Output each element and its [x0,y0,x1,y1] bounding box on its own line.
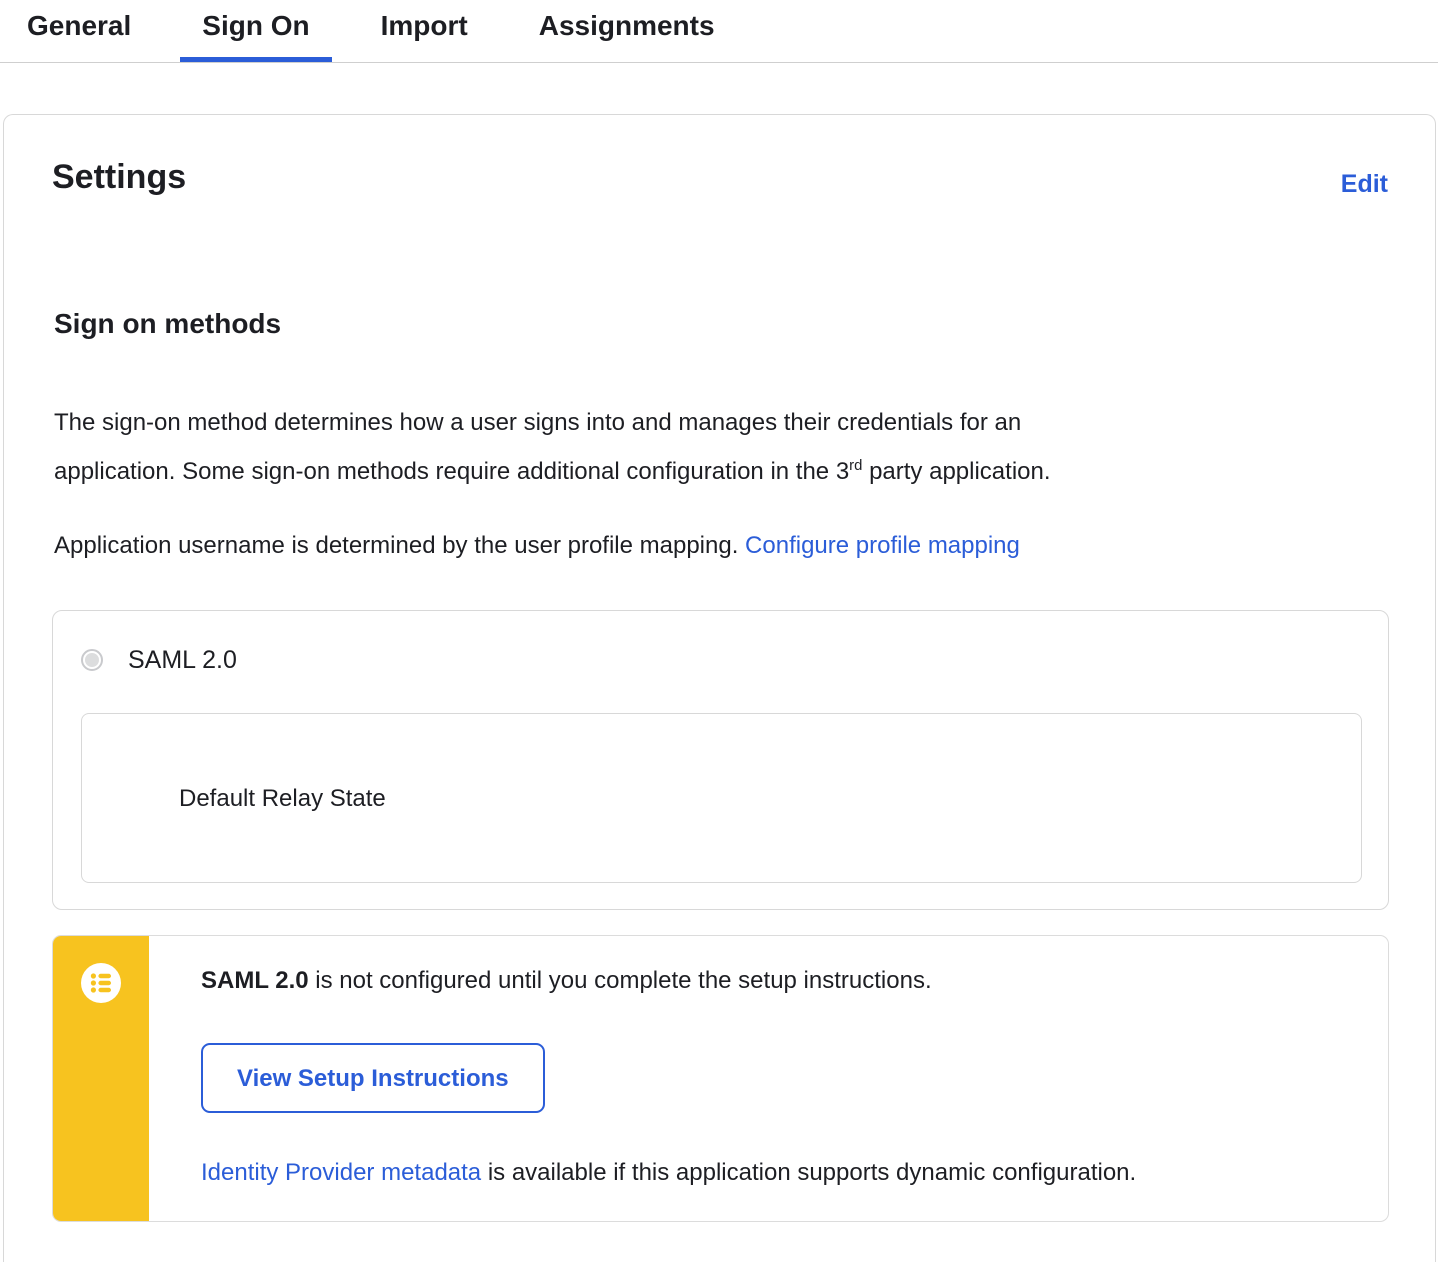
tab-assignments[interactable]: Assignments [517,8,737,62]
view-setup-instructions-button[interactable]: View Setup Instructions [201,1043,545,1113]
edit-link[interactable]: Edit [1341,169,1388,199]
saml-radio-row: SAML 2.0 [81,645,1362,675]
saml-radio-label: SAML 2.0 [128,646,237,674]
configure-profile-mapping-link[interactable]: Configure profile mapping [745,532,1020,559]
list-icon [81,963,121,1003]
tab-sign-on-label: Sign On [202,10,310,41]
tab-import[interactable]: Import [359,8,490,62]
callout-body: SAML 2.0 is not configured until you com… [149,936,1176,1221]
settings-card: Settings Edit Sign on methods The sign-o… [3,114,1436,1262]
callout-message-bold: SAML 2.0 [201,967,309,994]
saml-not-configured-callout: SAML 2.0 is not configured until you com… [52,935,1389,1222]
tab-general[interactable]: General [5,8,153,62]
ordinal-superscript: rd [849,458,863,474]
page-title: Settings [52,158,187,196]
saml-option-box: SAML 2.0 Default Relay State [52,610,1389,910]
app-settings-page: General Sign On Import Assignments Setti… [0,0,1438,1262]
callout-message: SAML 2.0 is not configured until you com… [201,967,932,994]
tab-bar: General Sign On Import Assignments [0,0,1438,63]
tab-sign-on[interactable]: Sign On [180,8,332,62]
default-relay-state-label: Default Relay State [179,784,386,812]
settings-card-header: Settings Edit [52,157,1388,199]
default-relay-state-box: Default Relay State [81,713,1362,883]
saml-radio-button[interactable] [81,649,103,671]
sign-on-methods-title: Sign on methods [54,308,282,339]
tab-assignments-label: Assignments [538,10,715,41]
description-line-1: The sign-on method determines how a user… [54,409,1022,436]
tab-general-label: General [27,10,132,41]
callout-accent-bar [53,936,149,1221]
identity-provider-metadata-link[interactable]: Identity Provider metadata [201,1159,481,1186]
description-line-2: application. Some sign-on methods requir… [54,458,1051,485]
tab-import-label: Import [380,10,468,41]
sign-on-methods-description: The sign-on method determines how a user… [54,398,1354,496]
identity-provider-metadata-note: Identity Provider metadata is available … [201,1159,1137,1186]
application-username-note: Application username is determined by th… [54,532,1020,559]
